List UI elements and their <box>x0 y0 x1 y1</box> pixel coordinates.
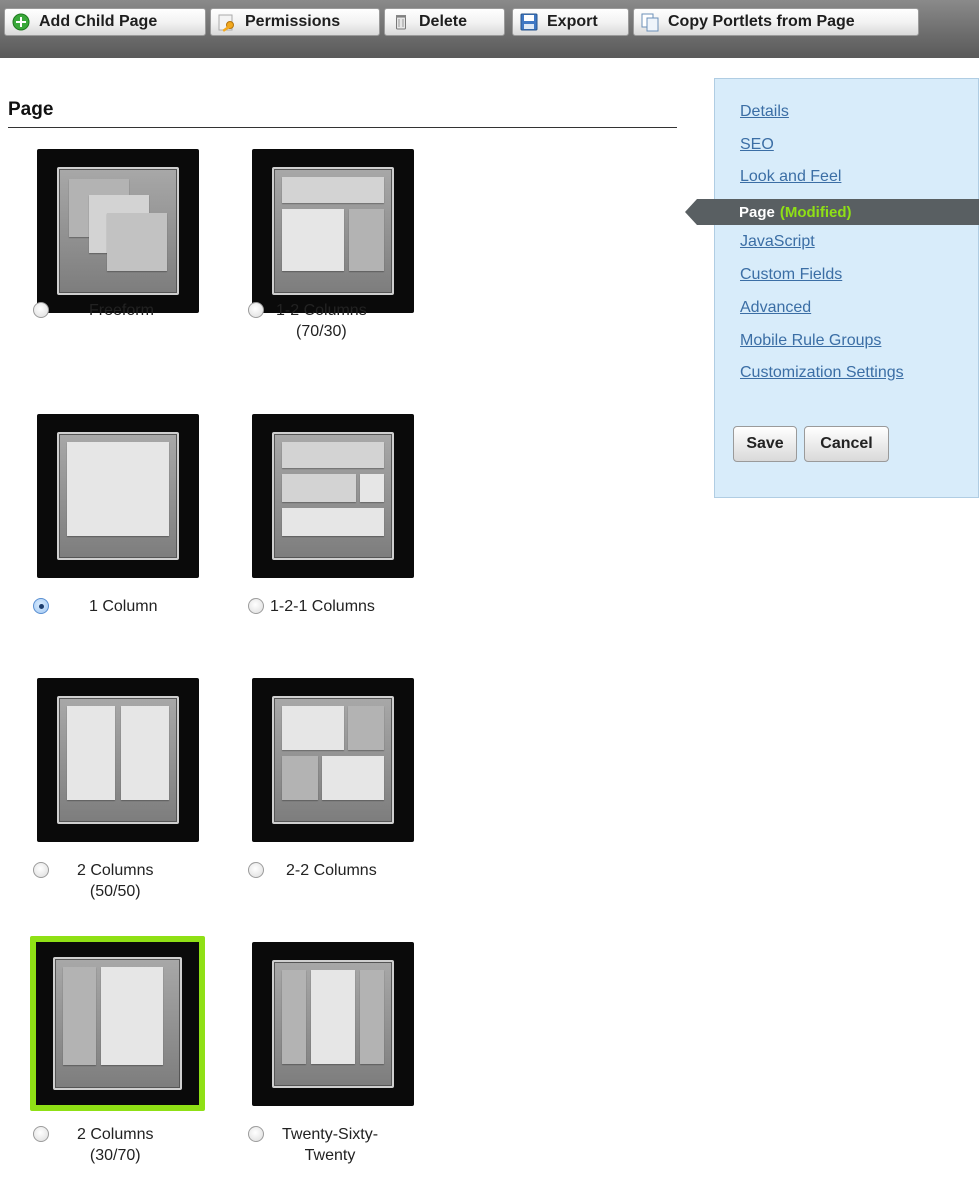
1-column-thumbnail[interactable] <box>37 414 199 578</box>
1-2-columns-70-30-label: 1-2 Columns (70/30) <box>276 302 367 340</box>
toolbar: Add Child Page Permissions Delete Export… <box>0 0 979 58</box>
copy-icon <box>640 12 660 32</box>
layout-option-twenty-sixty-twenty[interactable]: Twenty-Sixty- Twenty <box>248 1124 378 1166</box>
nav-link-javascript[interactable]: JavaScript <box>740 233 815 251</box>
delete-button[interactable]: Delete <box>384 8 505 36</box>
layout-2-2-columns[interactable] <box>252 678 414 842</box>
2-columns-30-70-radio[interactable] <box>33 1126 49 1142</box>
freeform-thumbnail[interactable] <box>37 149 199 313</box>
nav-link-mobile-rule-groups[interactable]: Mobile Rule Groups <box>740 332 881 350</box>
save-button[interactable]: Save <box>733 426 797 462</box>
layout-option-2-2-columns[interactable]: 2-2 Columns <box>248 860 377 881</box>
layout-1-2-columns-70-30[interactable] <box>252 149 414 313</box>
page-title: Page <box>8 99 677 128</box>
1-2-1-columns-label: 1-2-1 Columns <box>270 598 375 615</box>
nav-modified-status: (Modified) <box>779 203 852 221</box>
1-2-columns-70-30-radio[interactable] <box>248 302 264 318</box>
nav-link-advanced[interactable]: Advanced <box>740 299 811 317</box>
nav-link-custom-fields[interactable]: Custom Fields <box>740 266 842 284</box>
cancel-button[interactable]: Cancel <box>804 426 889 462</box>
nav-link-seo[interactable]: SEO <box>740 136 774 154</box>
permissions-label: Permissions <box>245 13 341 30</box>
key-icon <box>217 12 237 32</box>
layout-2-columns-50-50[interactable] <box>37 678 199 842</box>
2-columns-50-50-label: 2 Columns (50/50) <box>77 862 154 900</box>
add-icon <box>11 12 31 32</box>
1-2-columns-70-30-thumbnail[interactable] <box>252 149 414 313</box>
add-child-page-label: Add Child Page <box>39 13 158 30</box>
nav-active-label: Page <box>739 203 775 221</box>
side-nav-panel: Details SEO Look and Feel Page (Modified… <box>685 78 979 498</box>
export-label: Export <box>547 13 598 30</box>
layout-1-2-1-columns[interactable] <box>252 414 414 578</box>
nav-link-details[interactable]: Details <box>740 103 789 121</box>
1-column-radio[interactable] <box>33 598 49 614</box>
nav-item-page-active[interactable]: Page (Modified) <box>685 199 979 225</box>
nav-link-customization-settings[interactable]: Customization Settings <box>740 364 904 382</box>
2-2-columns-label: 2-2 Columns <box>286 862 377 879</box>
export-button[interactable]: Export <box>512 8 629 36</box>
layout-freeform[interactable] <box>37 149 199 313</box>
layout-option-freeform[interactable]: Freeform <box>33 300 154 321</box>
freeform-label: Freeform <box>89 302 154 319</box>
2-columns-50-50-radio[interactable] <box>33 862 49 878</box>
1-2-1-columns-thumbnail[interactable] <box>252 414 414 578</box>
layout-1-column[interactable] <box>37 414 199 578</box>
2-columns-50-50-thumbnail[interactable] <box>37 678 199 842</box>
nav-link-look-and-feel[interactable]: Look and Feel <box>740 168 841 186</box>
layout-option-1-2-1-columns[interactable]: 1-2-1 Columns <box>248 596 375 617</box>
twenty-sixty-twenty-thumbnail[interactable] <box>252 942 414 1106</box>
2-columns-30-70-label: 2 Columns (30/70) <box>77 1126 154 1164</box>
copy-portlets-label: Copy Portlets from Page <box>668 13 855 30</box>
1-2-1-columns-radio[interactable] <box>248 598 264 614</box>
add-child-page-button[interactable]: Add Child Page <box>4 8 206 36</box>
twenty-sixty-twenty-radio[interactable] <box>248 1126 264 1142</box>
delete-label: Delete <box>419 13 468 30</box>
freeform-radio[interactable] <box>33 302 49 318</box>
layout-twenty-sixty-twenty[interactable] <box>252 942 414 1106</box>
2-2-columns-radio[interactable] <box>248 862 264 878</box>
permissions-button[interactable]: Permissions <box>210 8 380 36</box>
twenty-sixty-twenty-label: Twenty-Sixty- Twenty <box>282 1126 379 1164</box>
layout-option-2-columns-30-70[interactable]: 2 Columns (30/70) <box>33 1124 153 1166</box>
1-column-label: 1 Column <box>89 598 158 615</box>
copy-portlets-button[interactable]: Copy Portlets from Page <box>633 8 919 36</box>
2-columns-30-70-thumbnail[interactable] <box>30 936 205 1111</box>
layout-2-columns-30-70[interactable] <box>30 936 205 1111</box>
layout-option-1-2-columns-70-30[interactable]: 1-2 Columns (70/30) <box>248 300 367 342</box>
layout-option-1-column[interactable]: 1 Column <box>33 596 157 617</box>
floppy-disk-icon <box>519 12 539 32</box>
layout-option-2-columns-50-50[interactable]: 2 Columns (50/50) <box>33 860 153 902</box>
2-2-columns-thumbnail[interactable] <box>252 678 414 842</box>
trash-icon <box>391 12 411 32</box>
